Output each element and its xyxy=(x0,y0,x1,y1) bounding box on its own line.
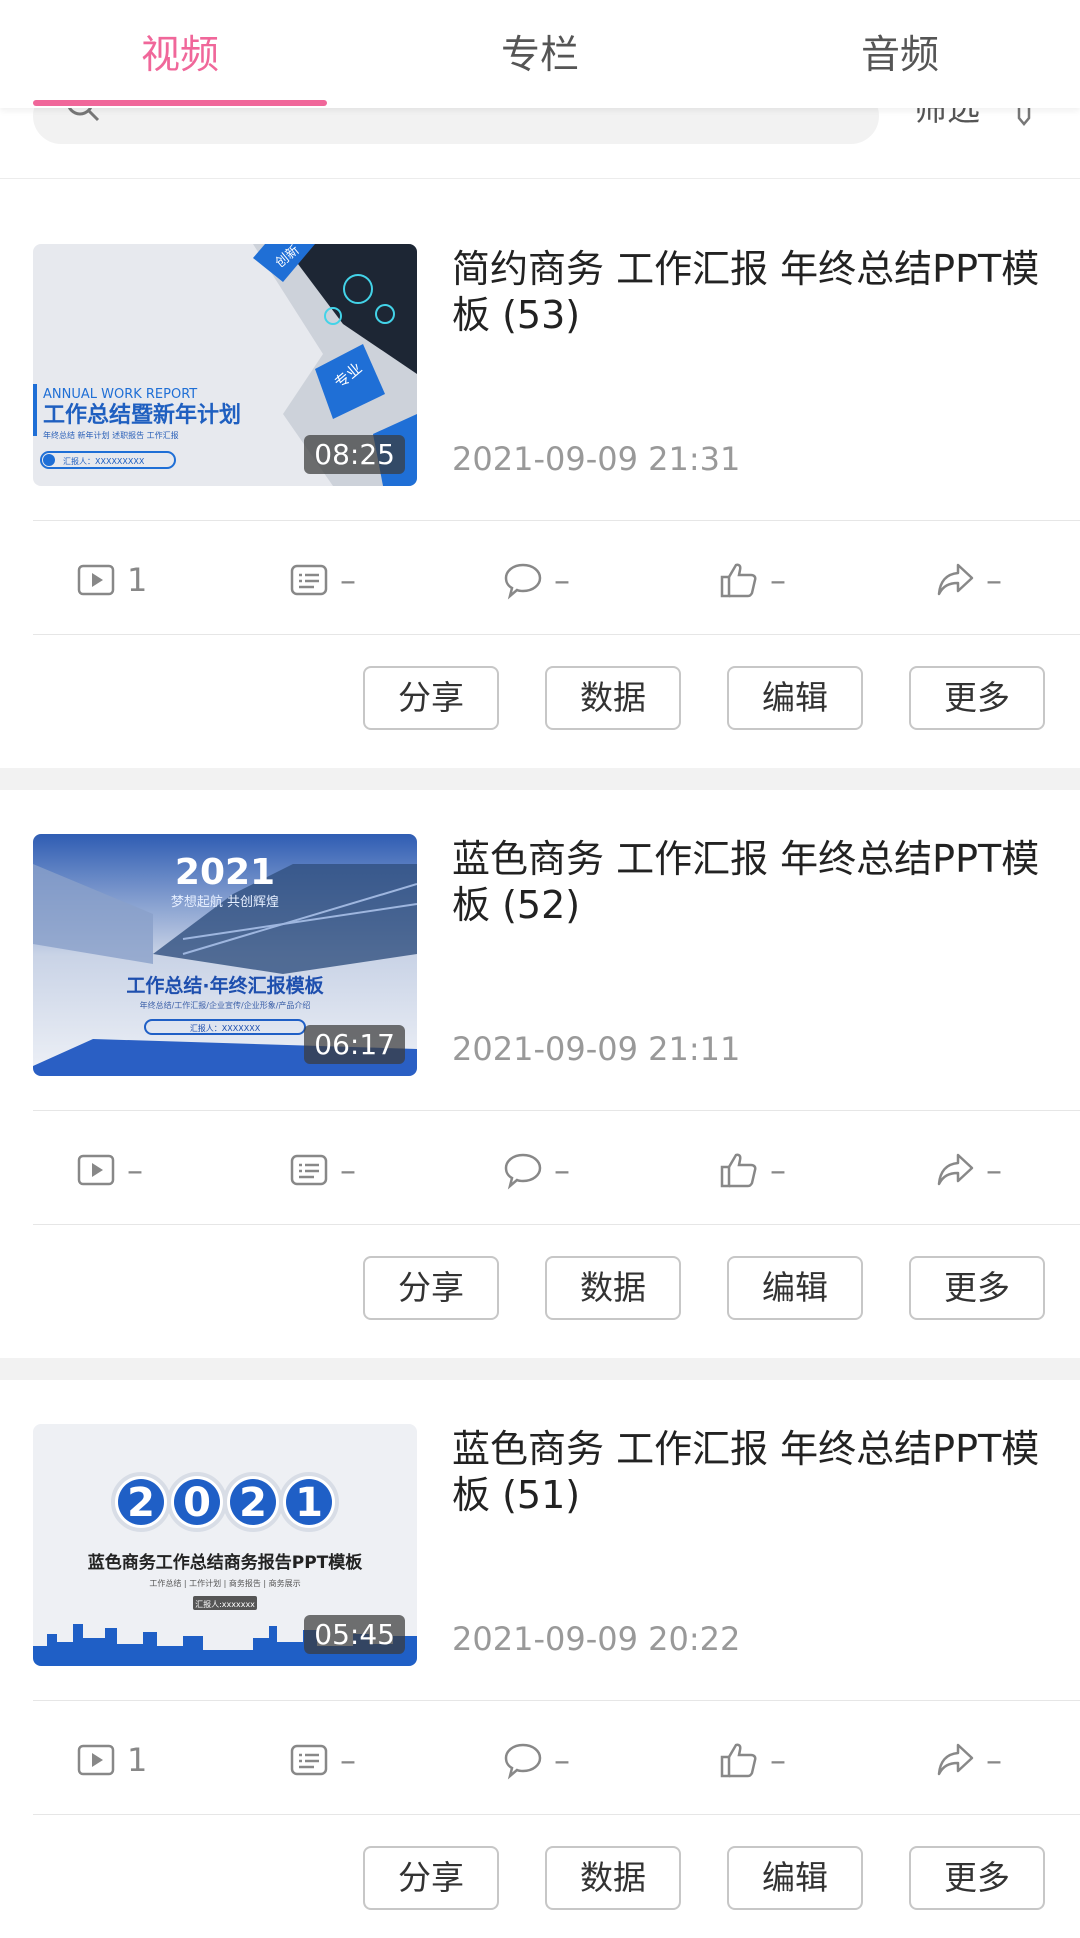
thumbs-up-icon xyxy=(720,563,757,598)
video-thumbnail[interactable]: 2021 梦想起航 共创辉煌 工作总结·年终汇报模板 年终总结/工作汇报/企业宣… xyxy=(33,834,417,1076)
more-button[interactable]: 更多 xyxy=(909,1256,1045,1320)
divider xyxy=(33,1814,1080,1815)
share-icon xyxy=(937,1743,974,1776)
video-card: 创新 专业 ANNUAL WORK REPORT 工作总结暨新年计划 年终总结 … xyxy=(0,178,1080,746)
video-date: 2021-09-09 21:31 xyxy=(452,440,741,478)
divider xyxy=(33,634,1080,635)
data-button[interactable]: 数据 xyxy=(545,666,681,730)
share-icon xyxy=(937,1153,974,1186)
comment-icon xyxy=(504,1743,542,1780)
likes-stat: – xyxy=(718,1150,786,1190)
divider xyxy=(33,1224,1080,1225)
danmaku-stat: – xyxy=(288,560,356,600)
data-button[interactable]: 数据 xyxy=(545,1846,681,1910)
video-title[interactable]: 简约商务 工作汇报 年终总结PPT模板 (53) xyxy=(452,246,1052,338)
divider xyxy=(33,1110,1080,1111)
comment-icon xyxy=(504,1153,542,1190)
plays-stat: 1 xyxy=(75,1740,147,1780)
thumb-reporter: 汇报人:xxxxxxx xyxy=(195,1599,255,1609)
share-icon xyxy=(937,563,974,596)
shares-stat: – xyxy=(934,1740,1002,1780)
video-thumbnail[interactable]: 创新 专业 ANNUAL WORK REPORT 工作总结暨新年计划 年终总结 … xyxy=(33,244,417,486)
comment-icon xyxy=(504,563,542,600)
likes-stat: – xyxy=(718,560,786,600)
play-icon xyxy=(77,1744,115,1776)
share-button[interactable]: 分享 xyxy=(363,1256,499,1320)
video-thumbnail[interactable]: 2 0 2 1 蓝色商务工作总结商务报告PPT模板 工作总结 | 工作计划 | … xyxy=(33,1424,417,1666)
tab-column[interactable]: 专栏 xyxy=(360,24,720,80)
edit-button[interactable]: 编辑 xyxy=(727,666,863,730)
danmaku-icon xyxy=(290,564,328,596)
thumb-cn-title: 蓝色商务工作总结商务报告PPT模板 xyxy=(88,1552,364,1573)
share-button[interactable]: 分享 xyxy=(363,1846,499,1910)
data-button[interactable]: 数据 xyxy=(545,1256,681,1320)
more-button[interactable]: 更多 xyxy=(909,1846,1045,1910)
share-button[interactable]: 分享 xyxy=(363,666,499,730)
thumb-digit: 2 xyxy=(127,1480,155,1526)
play-icon xyxy=(77,564,115,596)
thumb-digit: 0 xyxy=(183,1480,211,1526)
likes-stat: – xyxy=(718,1740,786,1780)
play-icon xyxy=(77,1154,115,1186)
danmaku-icon xyxy=(290,1154,328,1186)
comments-stat: – xyxy=(502,560,570,600)
divider xyxy=(33,520,1080,521)
thumb-cn-title: 工作总结暨新年计划 xyxy=(43,402,241,428)
tab-bar: 视频 专栏 音频 xyxy=(0,0,1080,108)
shares-stat: – xyxy=(934,560,1002,600)
thumb-reporter: 汇报人：XXXXXXX xyxy=(190,1023,261,1033)
more-button[interactable]: 更多 xyxy=(909,666,1045,730)
thumb-digit: 1 xyxy=(295,1480,323,1526)
video-card: 2 0 2 1 蓝色商务工作总结商务报告PPT模板 工作总结 | 工作计划 | … xyxy=(0,1358,1080,1926)
active-tab-indicator xyxy=(33,100,327,106)
danmaku-stat: – xyxy=(288,1740,356,1780)
tab-audio[interactable]: 音频 xyxy=(720,24,1080,80)
thumb-subtitle: 工作总结 | 工作计划 | 商务报告 | 商务展示 xyxy=(149,1578,300,1588)
video-title[interactable]: 蓝色商务 工作汇报 年终总结PPT模板 (52) xyxy=(452,836,1052,928)
video-duration: 05:45 xyxy=(304,1615,405,1654)
video-duration: 06:17 xyxy=(304,1025,405,1064)
thumbs-up-icon xyxy=(720,1743,757,1778)
thumb-cn-title: 工作总结·年终汇报模板 xyxy=(126,974,324,997)
danmaku-stat: – xyxy=(288,1150,356,1190)
thumb-digit: 2 xyxy=(239,1480,267,1526)
edit-button[interactable]: 编辑 xyxy=(727,1256,863,1320)
video-card: 2021 梦想起航 共创辉煌 工作总结·年终汇报模板 年终总结/工作汇报/企业宣… xyxy=(0,768,1080,1336)
thumbs-up-icon xyxy=(720,1153,757,1188)
thumb-reporter: 汇报人：XXXXXXXXX xyxy=(63,456,145,466)
divider xyxy=(33,1700,1080,1701)
video-duration: 08:25 xyxy=(304,435,405,474)
thumb-subtitle: 年终总结 新年计划 述职报告 工作汇报 xyxy=(43,430,179,440)
edit-button[interactable]: 编辑 xyxy=(727,1846,863,1910)
shares-stat: – xyxy=(934,1150,1002,1190)
video-title[interactable]: 蓝色商务 工作汇报 年终总结PPT模板 (51) xyxy=(452,1426,1052,1518)
thumb-en-title: ANNUAL WORK REPORT xyxy=(43,387,197,402)
danmaku-icon xyxy=(290,1744,328,1776)
video-date: 2021-09-09 21:11 xyxy=(452,1030,741,1068)
tab-video[interactable]: 视频 xyxy=(0,24,360,80)
thumb-slogan: 梦想起航 共创辉煌 xyxy=(171,894,279,910)
thumb-year: 2021 xyxy=(175,852,275,893)
plays-stat: – xyxy=(75,1150,143,1190)
plays-stat: 1 xyxy=(75,560,147,600)
video-date: 2021-09-09 20:22 xyxy=(452,1620,741,1658)
comments-stat: – xyxy=(502,1150,570,1190)
comments-stat: – xyxy=(502,1740,570,1780)
thumb-subtitle: 年终总结/工作汇报/企业宣传/企业形象/产品介绍 xyxy=(140,1000,311,1010)
